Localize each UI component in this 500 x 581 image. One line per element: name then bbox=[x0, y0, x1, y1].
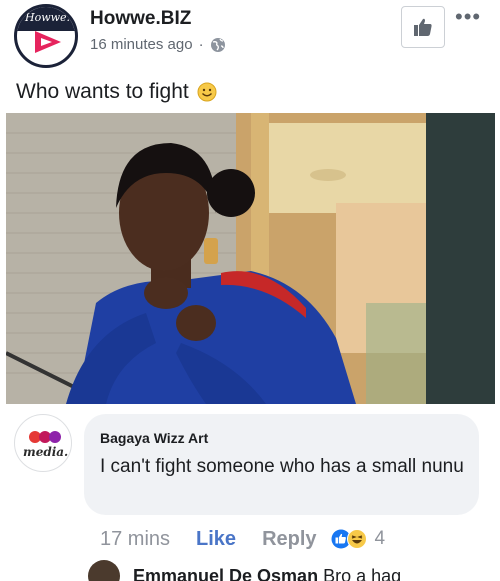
comment-author[interactable]: Bagaya Wizz Art bbox=[100, 430, 208, 446]
smile-emoji-icon bbox=[197, 82, 217, 102]
post-meta: 16 minutes ago · bbox=[90, 36, 226, 53]
page-avatar[interactable]: Howwe. bbox=[14, 4, 78, 68]
commenter-avatar[interactable]: media. bbox=[14, 414, 72, 472]
media-logo-icon bbox=[29, 431, 61, 443]
next-comment-line: Emmanuel De Osman Bro a hag bbox=[133, 566, 401, 581]
photo-illustration bbox=[6, 113, 495, 404]
comment-actions: 17 mins Like Reply 4 bbox=[100, 526, 385, 552]
next-comment: Emmanuel De Osman Bro a hag bbox=[0, 556, 500, 581]
globe-icon bbox=[210, 37, 225, 52]
post-message: Who wants to fight bbox=[16, 80, 189, 103]
thumbs-up-icon bbox=[414, 18, 432, 36]
next-commenter-avatar[interactable] bbox=[88, 560, 120, 581]
page-name[interactable]: Howwe.BIZ bbox=[90, 8, 191, 30]
like-page-button[interactable] bbox=[401, 6, 445, 48]
more-icon[interactable]: ••• bbox=[455, 6, 485, 30]
play-icon bbox=[35, 31, 61, 53]
next-comment-text: Bro a hag bbox=[323, 566, 402, 581]
reaction-icons[interactable] bbox=[331, 529, 367, 549]
comment-like-button[interactable]: Like bbox=[196, 528, 236, 551]
logo-text: Howwe. bbox=[25, 11, 71, 24]
haha-reaction-icon bbox=[346, 529, 367, 549]
post-time[interactable]: 16 minutes ago bbox=[90, 36, 193, 53]
comment-time[interactable]: 17 mins bbox=[100, 528, 170, 551]
post-text: Who wants to fight bbox=[16, 80, 217, 104]
post-header: Howwe. Howwe.BIZ 16 minutes ago · ••• bbox=[0, 0, 500, 68]
comment-text: I can't fight someone who has a small nu… bbox=[100, 456, 464, 477]
post-photo[interactable] bbox=[6, 113, 495, 404]
meta-separator: · bbox=[198, 36, 204, 53]
next-comment-author[interactable]: Emmanuel De Osman bbox=[133, 566, 318, 581]
reaction-count: 4 bbox=[374, 528, 386, 549]
comment-reply-button[interactable]: Reply bbox=[262, 528, 316, 551]
commenter-avatar-text: media. bbox=[23, 445, 69, 459]
comment-bubble: Bagaya Wizz Art I can't fight someone wh… bbox=[84, 414, 479, 515]
